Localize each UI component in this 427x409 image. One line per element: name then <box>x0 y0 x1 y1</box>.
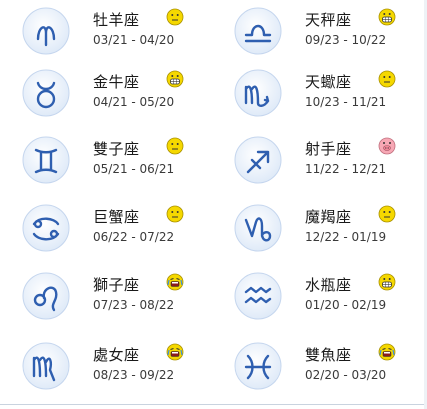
gemini-icon-graphic <box>22 136 70 184</box>
sign-date-range: 11/22 - 12/21 <box>305 162 387 176</box>
sign-name: 雙子座 <box>93 140 140 158</box>
libra-icon <box>232 5 284 57</box>
sign-cell-sagittarius[interactable]: 射手座 11/22 - 12/21 <box>212 134 417 198</box>
sign-cell-aquarius[interactable]: 水瓶座 01/20 - 02/19 <box>212 270 417 334</box>
sign-name: 水瓶座 <box>305 276 352 294</box>
crying-smiley-icon <box>166 343 184 361</box>
scorpio-icon-graphic <box>234 69 282 117</box>
sign-name: 射手座 <box>305 140 352 158</box>
sign-date-range: 03/21 - 04/20 <box>93 33 175 47</box>
sign-name: 雙魚座 <box>305 346 352 364</box>
cancer-icon <box>20 202 72 254</box>
sign-date-range: 04/21 - 05/20 <box>93 95 175 109</box>
aquarius-icon <box>232 270 284 322</box>
sign-date-range: 05/21 - 06/21 <box>93 162 175 176</box>
sign-name: 金牛座 <box>93 73 140 91</box>
sign-cell-scorpio[interactable]: 天蠍座 10/23 - 11/21 <box>212 67 417 131</box>
capricorn-icon-graphic <box>234 204 282 252</box>
sign-name: 處女座 <box>93 346 140 364</box>
neutral-smiley-icon <box>166 137 184 155</box>
sign-name: 魔羯座 <box>305 208 352 226</box>
sign-name: 天蠍座 <box>305 73 352 91</box>
aquarius-icon-graphic <box>234 272 282 320</box>
cancer-icon-graphic <box>22 204 70 252</box>
sign-cell-gemini[interactable]: 雙子座 05/21 - 06/21 <box>0 134 205 198</box>
capricorn-icon <box>232 202 284 254</box>
sign-date-range: 07/23 - 08/22 <box>93 298 175 312</box>
sign-name: 巨蟹座 <box>93 208 140 226</box>
sign-date-range: 06/22 - 07/22 <box>93 230 175 244</box>
sign-cell-pisces[interactable]: 雙魚座 02/20 - 03/20 <box>212 340 417 404</box>
aries-icon-graphic <box>22 7 70 55</box>
sign-cell-leo[interactable]: 獅子座 07/23 - 08/22 <box>0 270 205 334</box>
neutral-smiley-icon <box>166 205 184 223</box>
sagittarius-icon <box>232 134 284 186</box>
sign-date-range: 10/23 - 11/21 <box>305 95 387 109</box>
scorpio-icon <box>232 67 284 119</box>
sign-date-range: 12/22 - 01/19 <box>305 230 387 244</box>
aries-icon <box>20 5 72 57</box>
neutral-smiley-icon <box>378 205 396 223</box>
crying-smiley-icon <box>166 273 184 291</box>
taurus-icon-graphic <box>22 69 70 117</box>
virgo-icon-graphic <box>22 342 70 390</box>
pisces-icon <box>232 340 284 392</box>
gemini-icon <box>20 134 72 186</box>
sign-name: 牡羊座 <box>93 11 140 29</box>
neutral-smiley-icon <box>166 8 184 26</box>
taurus-icon <box>20 67 72 119</box>
leo-icon <box>20 270 72 322</box>
sign-date-range: 02/20 - 03/20 <box>305 368 387 382</box>
crying-smiley-icon <box>378 343 396 361</box>
sign-date-range: 09/23 - 10/22 <box>305 33 387 47</box>
sign-date-range: 08/23 - 09/22 <box>93 368 175 382</box>
sign-cell-libra[interactable]: 天秤座 09/23 - 10/22 <box>212 5 417 69</box>
sign-cell-aries[interactable]: 牡羊座 03/21 - 04/20 <box>0 5 205 69</box>
sagittarius-icon-graphic <box>234 136 282 184</box>
sign-cell-capricorn[interactable]: 魔羯座 12/22 - 01/19 <box>212 202 417 266</box>
sign-date-range: 01/20 - 02/19 <box>305 298 387 312</box>
grin-smiley-icon <box>378 8 396 26</box>
libra-icon-graphic <box>234 7 282 55</box>
sign-cell-taurus[interactable]: 金牛座 04/21 - 05/20 <box>0 67 205 131</box>
sign-cell-virgo[interactable]: 處女座 08/23 - 09/22 <box>0 340 205 404</box>
grin-smiley-icon <box>166 70 184 88</box>
grin-smiley-icon <box>378 273 396 291</box>
sign-name: 獅子座 <box>93 276 140 294</box>
leo-icon-graphic <box>22 272 70 320</box>
pisces-icon-graphic <box>234 342 282 390</box>
virgo-icon <box>20 340 72 392</box>
sign-cell-cancer[interactable]: 巨蟹座 06/22 - 07/22 <box>0 202 205 266</box>
sign-name: 天秤座 <box>305 11 352 29</box>
pig-face-icon <box>378 137 396 155</box>
neutral-smiley-icon <box>378 70 396 88</box>
